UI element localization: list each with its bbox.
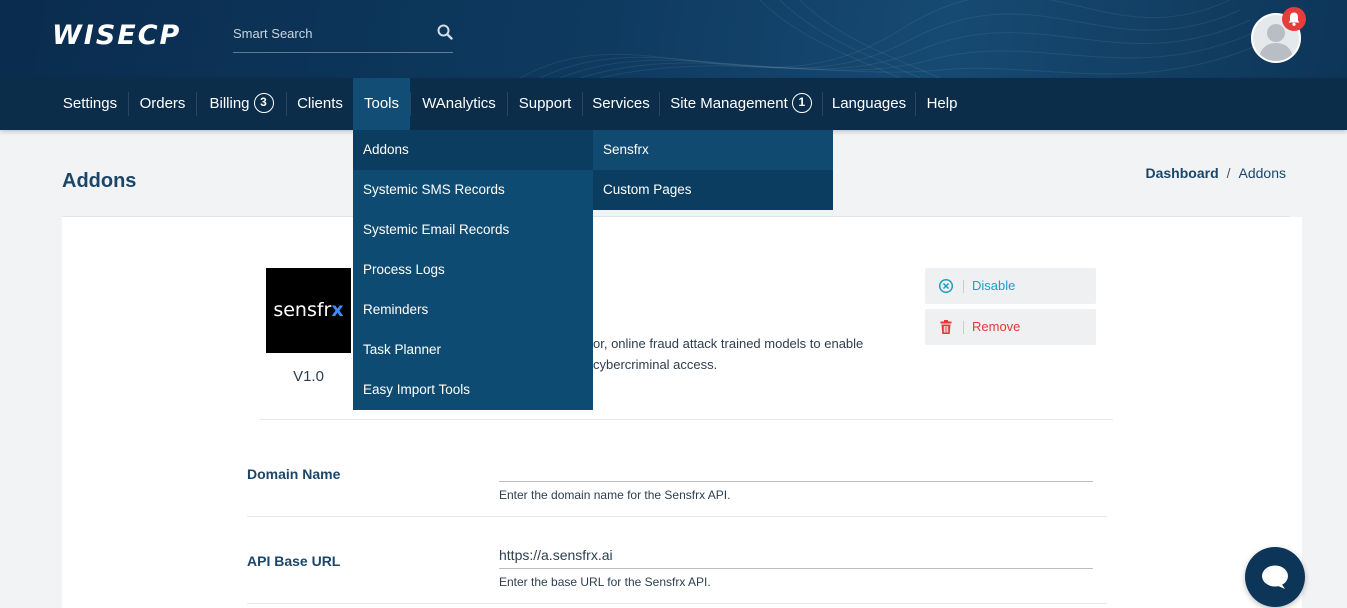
page-title: Addons	[62, 170, 137, 192]
description-line: or, online fraud attack trained models t…	[593, 336, 864, 351]
remove-label: Remove	[972, 319, 1021, 334]
nav-help[interactable]: Help	[916, 78, 968, 130]
menu-item-sms-records[interactable]: Systemic SMS Records	[353, 170, 593, 210]
submenu-item-sensfrx[interactable]: Sensfrx	[593, 130, 833, 170]
trash-icon	[940, 320, 952, 334]
nav-label: WAnalytics	[422, 95, 496, 112]
nav-label: Help	[926, 95, 958, 112]
chat-bubble-icon	[1262, 565, 1288, 589]
submenu-item-custom-pages[interactable]: Custom Pages	[593, 170, 833, 210]
addon-description: or, online fraud attack trained models t…	[593, 333, 893, 375]
logo-text: sensfr	[273, 299, 332, 321]
nav-label: Billing	[209, 95, 250, 112]
header-wave-decoration	[519, 0, 1271, 78]
breadcrumb-dashboard-link[interactable]: Dashboard	[1146, 165, 1219, 181]
nav-billing[interactable]: Billing 3	[197, 78, 286, 130]
nav-clients[interactable]: Clients	[287, 78, 353, 130]
nav-languages[interactable]: Languages	[823, 78, 915, 130]
nav-settings[interactable]: Settings	[52, 78, 128, 130]
description-line: cybercriminal access.	[593, 357, 718, 372]
button-divider	[963, 280, 964, 293]
api-base-url-label: API Base URL	[247, 553, 341, 569]
disable-label: Disable	[972, 278, 1016, 293]
row-divider	[247, 516, 1107, 517]
section-divider	[260, 419, 1113, 420]
disable-button[interactable]: Disable	[925, 268, 1096, 304]
top-header: WISECP	[0, 0, 1347, 78]
menu-item-task-planner[interactable]: Task Planner	[353, 330, 593, 370]
nav-label: Orders	[139, 95, 186, 112]
addons-submenu: Sensfrx Custom Pages	[593, 130, 833, 210]
nav-tools[interactable]: Tools	[353, 78, 410, 130]
live-chat-button[interactable]	[1245, 547, 1305, 607]
disable-circle-x-icon	[938, 278, 954, 294]
smart-search	[233, 20, 453, 53]
menu-item-process-logs[interactable]: Process Logs	[353, 250, 593, 290]
remove-button[interactable]: Remove	[925, 309, 1096, 345]
domain-name-input[interactable]	[499, 454, 1093, 482]
main-nav: Settings Orders Billing 3 Clients Tools W…	[0, 78, 1347, 130]
billing-count-badge: 3	[253, 92, 274, 113]
addon-version: V1.0	[293, 368, 324, 385]
menu-item-email-records[interactable]: Systemic Email Records	[353, 210, 593, 250]
breadcrumb: Dashboard / Addons	[1146, 165, 1287, 181]
nav-label: Settings	[62, 95, 118, 112]
nav-wanalytics[interactable]: WAnalytics	[411, 78, 507, 130]
nav-services[interactable]: Services	[583, 78, 659, 130]
search-input[interactable]	[233, 20, 423, 46]
breadcrumb-current: Addons	[1238, 165, 1286, 181]
logo-accent: x	[331, 299, 344, 321]
nav-label: Tools	[363, 95, 400, 112]
sensfrx-logo: sensfrx	[266, 268, 351, 353]
domain-name-label: Domain Name	[247, 466, 341, 482]
api-base-url-input[interactable]	[499, 541, 1093, 569]
menu-item-addons[interactable]: Addons	[353, 130, 593, 170]
nav-label: Languages	[831, 95, 907, 112]
nav-label: Clients	[297, 95, 343, 112]
button-divider	[963, 321, 964, 334]
menu-item-reminders[interactable]: Reminders	[353, 290, 593, 330]
domain-name-help: Enter the domain name for the Sensfrx AP…	[499, 488, 731, 502]
wisecp-logo[interactable]: WISECP	[52, 20, 181, 51]
nav-site-management[interactable]: Site Management 1	[660, 78, 822, 130]
tools-dropdown-menu: Addons Systemic SMS Records Systemic Ema…	[353, 130, 593, 410]
nav-label: Services	[592, 95, 650, 112]
menu-item-easy-import-tools[interactable]: Easy Import Tools	[353, 370, 593, 410]
notification-bell-icon[interactable]	[1282, 7, 1306, 31]
nav-orders[interactable]: Orders	[129, 78, 196, 130]
breadcrumb-separator: /	[1226, 165, 1231, 181]
search-icon[interactable]	[437, 24, 453, 40]
nav-support[interactable]: Support	[508, 78, 582, 130]
site-management-count-badge: 1	[791, 92, 812, 113]
nav-label: Support	[518, 95, 572, 112]
nav-label: Site Management	[670, 95, 788, 112]
api-base-url-help: Enter the base URL for the Sensfrx API.	[499, 575, 711, 589]
row-divider	[247, 603, 1107, 604]
